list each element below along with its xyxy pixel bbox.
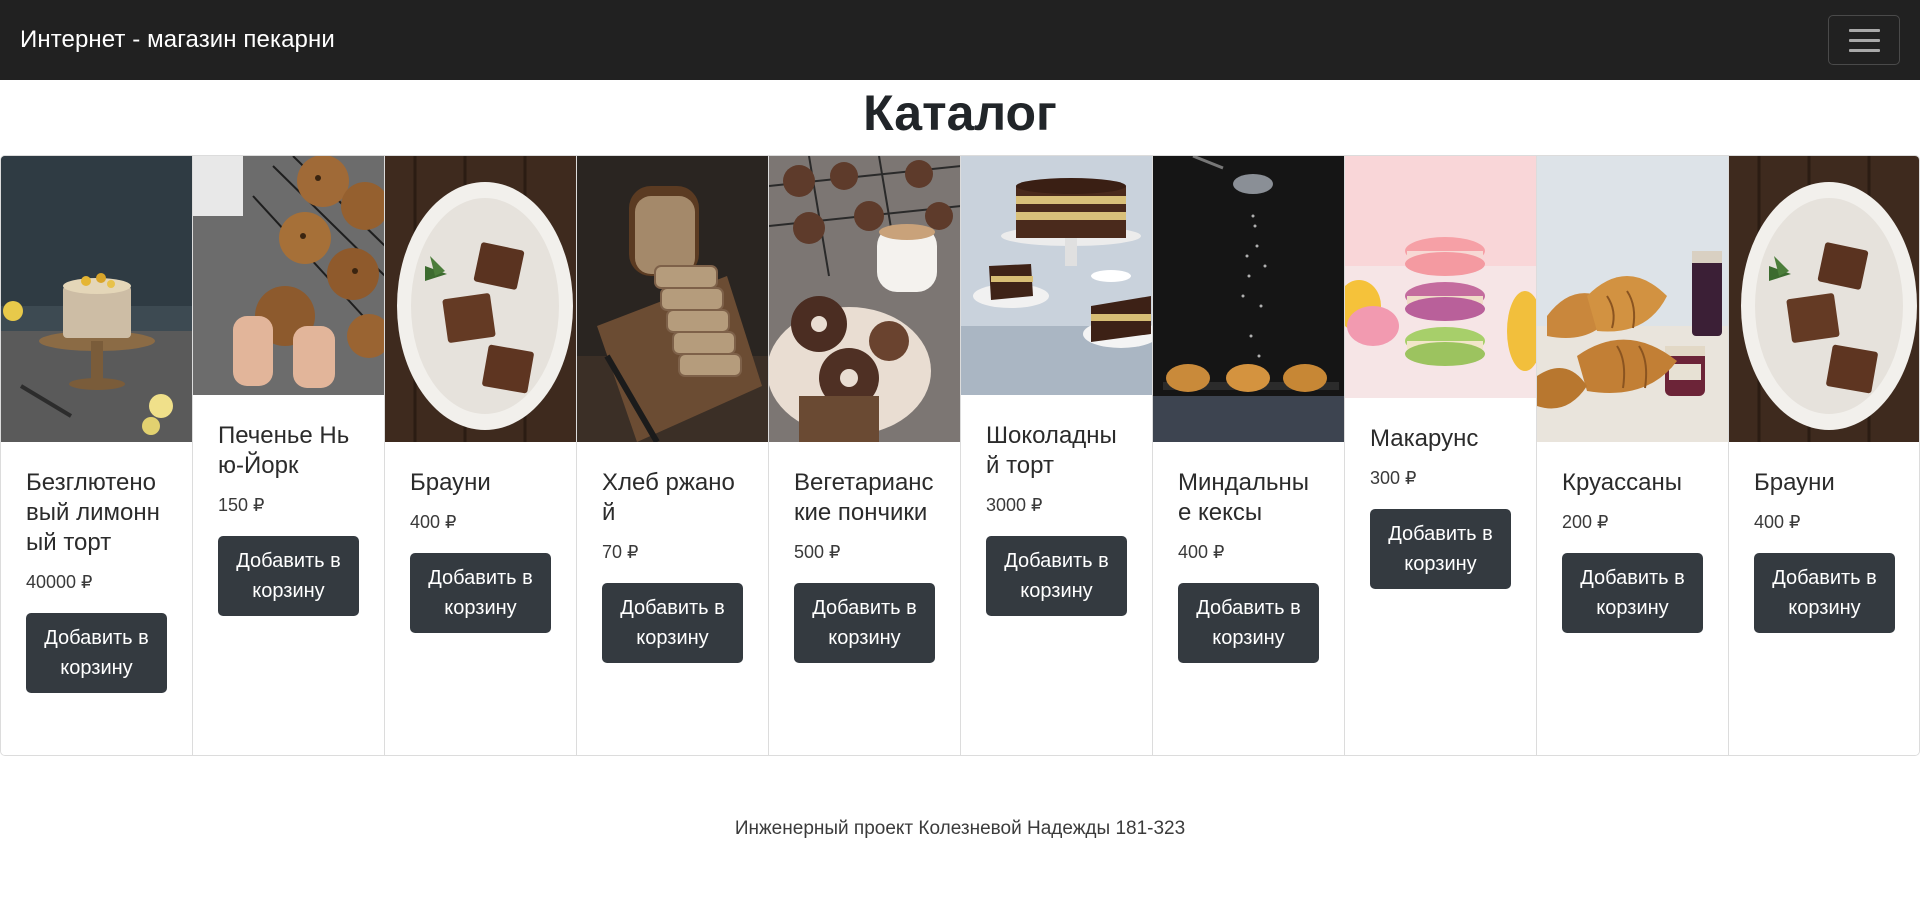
navbar-brand[interactable]: Интернет - магазин пекарни (20, 26, 335, 54)
product-price: 40000 ₽ (26, 572, 93, 592)
navbar: Интернет - магазин пекарни (0, 0, 1920, 80)
product-card: Миндальные кексы 400 ₽ Добавить в корзин… (1153, 156, 1345, 755)
product-card: Вегетарианские пончики 500 ₽ Добавить в … (769, 156, 961, 755)
product-price: 400 ₽ (410, 512, 457, 532)
product-name: Шоколадный торт (986, 422, 1117, 479)
croissants-photo (1537, 156, 1728, 442)
product-card: Шоколадный торт 3000 ₽ Добавить в корзин… (961, 156, 1153, 755)
product-card: Макарунс 300 ₽ Добавить в корзину (1345, 156, 1537, 755)
footer: Инженерный проект Колезневой Надежды 181… (0, 818, 1920, 840)
lemon-cake-photo (1, 156, 192, 442)
card-body: Брауни 400 ₽ Добавить в корзину (1729, 442, 1919, 653)
product-price: 400 ₽ (1754, 512, 1801, 532)
card-body: Безглютеновый лимонный торт 40000 ₽ Доба… (1, 442, 192, 713)
product-price: 70 ₽ (602, 542, 639, 562)
card-body: Хлеб ржаной 70 ₽ Добавить в корзину (577, 442, 768, 683)
donuts-photo (769, 156, 960, 442)
product-name: Вегетарианские пончики (794, 469, 934, 526)
brownie-photo (385, 156, 576, 442)
product-name: Безглютеновый лимонный торт (26, 469, 160, 556)
page-title: Каталог (863, 85, 1057, 141)
product-name: Круассаны (1562, 469, 1682, 496)
add-to-cart-button[interactable]: Добавить в корзину (1562, 553, 1703, 633)
product-card: Брауни 400 ₽ Добавить в корзину (1729, 156, 1919, 755)
product-card: Брауни 400 ₽ Добавить в корзину (385, 156, 577, 755)
product-price: 500 ₽ (794, 542, 841, 562)
product-name: Брауни (1754, 469, 1835, 496)
product-price: 200 ₽ (1562, 512, 1609, 532)
add-to-cart-button[interactable]: Добавить в корзину (26, 613, 167, 693)
add-to-cart-button[interactable]: Добавить в корзину (986, 536, 1127, 616)
product-price: 400 ₽ (1178, 542, 1225, 562)
product-name: Макарунс (1370, 425, 1479, 452)
add-to-cart-button[interactable]: Добавить в корзину (602, 583, 743, 663)
product-name: Печенье Нью-Йорк (218, 422, 350, 479)
card-body: Брауни 400 ₽ Добавить в корзину (385, 442, 576, 653)
almond-muffins-photo (1153, 156, 1344, 442)
card-body: Миндальные кексы 400 ₽ Добавить в корзин… (1153, 442, 1344, 683)
product-card-group: Безглютеновый лимонный торт 40000 ₽ Доба… (0, 155, 1920, 756)
footer-text: Инженерный проект Колезневой Надежды 181… (734, 818, 1186, 839)
cookies-photo (193, 156, 384, 395)
product-name: Брауни (410, 469, 491, 496)
rye-bread-photo (577, 156, 768, 442)
add-to-cart-button[interactable]: Добавить в корзину (1370, 509, 1511, 589)
product-name: Миндальные кексы (1178, 469, 1310, 526)
add-to-cart-button[interactable]: Добавить в корзину (1178, 583, 1319, 663)
add-to-cart-button[interactable]: Добавить в корзину (1754, 553, 1895, 633)
hamburger-icon (1848, 28, 1880, 32)
product-card: Безглютеновый лимонный торт 40000 ₽ Доба… (1, 156, 193, 755)
card-body: Печенье Нью-Йорк 150 ₽ Добавить в корзин… (193, 395, 384, 636)
add-to-cart-button[interactable]: Добавить в корзину (410, 553, 551, 633)
macarons-photo (1345, 156, 1536, 398)
card-body: Макарунс 300 ₽ Добавить в корзину (1345, 398, 1536, 609)
card-body: Круассаны 200 ₽ Добавить в корзину (1537, 442, 1728, 653)
add-to-cart-button[interactable]: Добавить в корзину (218, 536, 359, 616)
product-price: 300 ₽ (1370, 468, 1417, 488)
navbar-toggler-button[interactable] (1828, 15, 1900, 65)
chocolate-cake-photo (961, 156, 1152, 395)
card-body: Шоколадный торт 3000 ₽ Добавить в корзин… (961, 395, 1152, 636)
add-to-cart-button[interactable]: Добавить в корзину (794, 583, 935, 663)
product-card: Круассаны 200 ₽ Добавить в корзину (1537, 156, 1729, 755)
product-name: Хлеб ржаной (602, 469, 735, 526)
product-price: 3000 ₽ (986, 495, 1043, 515)
product-price: 150 ₽ (218, 495, 265, 515)
product-card: Хлеб ржаной 70 ₽ Добавить в корзину (577, 156, 769, 755)
brownie-photo (1729, 156, 1919, 442)
card-body: Вегетарианские пончики 500 ₽ Добавить в … (769, 442, 960, 683)
product-card: Печенье Нью-Йорк 150 ₽ Добавить в корзин… (193, 156, 385, 755)
